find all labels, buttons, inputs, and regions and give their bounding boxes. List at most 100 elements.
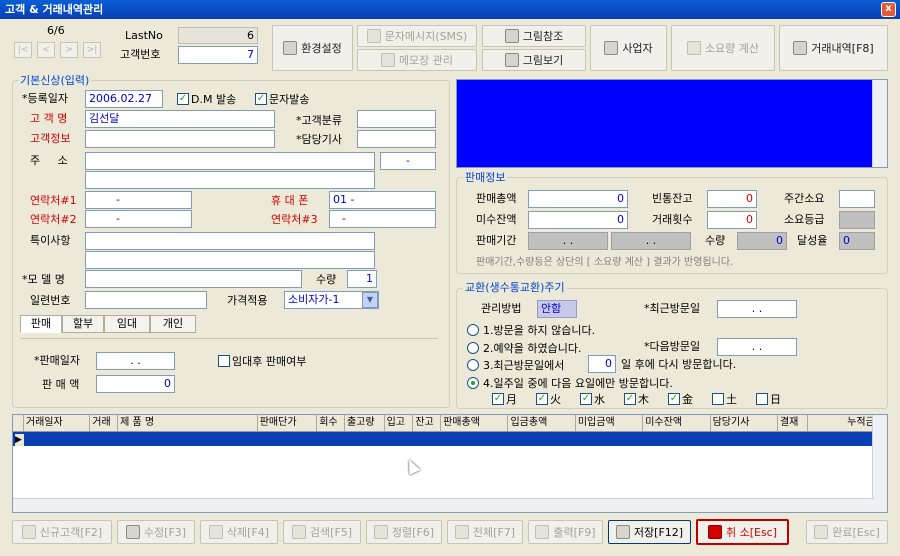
contact3-input[interactable]: -	[329, 210, 436, 228]
address-input-1[interactable]	[85, 152, 375, 170]
transactions-grid[interactable]: 거래일자 거래 제 품 명 판매단가 회수 출고량 입고 잔고 판매총액 입금총…	[12, 414, 888, 513]
day-sat-checkbox[interactable]: 土	[712, 391, 737, 407]
business-button[interactable]: 사업자	[590, 25, 667, 71]
dm-checkbox[interactable]: ✓ D.M 발송	[177, 91, 236, 107]
table-row[interactable]	[13, 432, 873, 446]
tab-installment[interactable]: 할부	[62, 315, 104, 333]
chevron-down-icon[interactable]: ▼	[362, 292, 378, 308]
grid-horizontal-scrollbar[interactable]	[13, 498, 874, 512]
option2-radio[interactable]: 2.예약을 하였습니다.	[467, 340, 581, 356]
unpaid-value: 0	[528, 211, 628, 229]
serial-input[interactable]	[85, 291, 207, 309]
trade-count-label: 거래횟수	[652, 213, 693, 226]
next-visit-input[interactable]: . .	[717, 338, 797, 356]
category-input[interactable]	[357, 110, 436, 128]
col-unit-price[interactable]: 판매단가	[258, 415, 318, 431]
name-input[interactable]: 김선달	[85, 110, 275, 128]
reg-date-input[interactable]: 2006.02.27	[85, 90, 163, 108]
first-record-button[interactable]: |<	[14, 42, 32, 58]
contact3-label: 연락처#3	[271, 213, 318, 226]
day-fri-checkbox[interactable]: ✓ 金	[668, 391, 693, 407]
contact2-input[interactable]: -	[85, 210, 192, 228]
search-icon	[291, 525, 306, 539]
col-approval[interactable]: 결재	[778, 415, 808, 431]
col-date[interactable]: 거래일자	[24, 415, 91, 431]
technician-input[interactable]	[357, 130, 436, 148]
col-received[interactable]: 입고	[385, 415, 414, 431]
done-button[interactable]: 완료[Esc]	[806, 520, 888, 544]
qty-input[interactable]: 1	[347, 270, 377, 288]
picture-view-button[interactable]: 그림보기	[482, 49, 586, 71]
col-undeposited[interactable]: 미입금액	[576, 415, 644, 431]
print-button[interactable]: 출력[F9]	[528, 520, 603, 544]
show-all-button[interactable]: 전체[F7]	[447, 520, 523, 544]
sort-button[interactable]: 정렬[F6]	[366, 520, 442, 544]
last-visit-input[interactable]: . .	[717, 300, 797, 318]
day-thu-checkbox[interactable]: ✓ 木	[624, 391, 649, 407]
contact1-input[interactable]: -	[85, 191, 192, 209]
picture-ref-button[interactable]: 그림참조	[482, 25, 586, 47]
model-input[interactable]	[85, 270, 302, 288]
option4-radio[interactable]: 4.일주일 중에 다음 요일에만 방문합니다.	[467, 375, 673, 391]
lastno-label: LastNo	[125, 29, 163, 42]
rent-sale-checkbox[interactable]: 임대후 판매여부	[218, 353, 306, 369]
weekly-usage-label: 주간소요	[784, 192, 825, 205]
delete-button[interactable]: 삭제[F4]	[200, 520, 278, 544]
sms-button[interactable]: 문자메시지(SMS)	[357, 25, 477, 47]
option1-radio[interactable]: 1.방문을 하지 않습니다.	[467, 322, 595, 338]
col-product[interactable]: 제 품 명	[118, 415, 258, 431]
col-deposit-total[interactable]: 입금총액	[508, 415, 576, 431]
col-technician[interactable]: 담당기사	[711, 415, 778, 431]
save-button[interactable]: 저장[F12]	[608, 520, 691, 544]
search-button[interactable]: 검색[F5]	[283, 520, 361, 544]
prev-record-button[interactable]: <	[37, 42, 55, 58]
period-from-value: . .	[528, 232, 608, 250]
usage-calc-button[interactable]: 소요량 계산	[671, 25, 775, 71]
amount-input[interactable]: 0	[96, 375, 175, 393]
next-visit-label: *다음방문일	[644, 340, 701, 353]
sales-period-label: 판매기간	[476, 234, 517, 247]
picture-area[interactable]	[456, 79, 888, 168]
zipcode-input[interactable]: -	[380, 152, 436, 170]
col-shipped[interactable]: 출고량	[345, 415, 385, 431]
address-input-2[interactable]	[85, 171, 375, 189]
cancel-button[interactable]: 취 소[Esc]	[696, 519, 789, 545]
day-wed-checkbox[interactable]: ✓ 水	[580, 391, 605, 407]
col-sales-total[interactable]: 판매총액	[441, 415, 509, 431]
picture-scrollbar[interactable]	[872, 80, 887, 167]
col-type[interactable]: 거래	[90, 415, 119, 431]
day-sun-checkbox[interactable]: 日	[756, 391, 781, 407]
custno-input[interactable]: 7	[178, 46, 258, 64]
method-value[interactable]: 안함	[537, 300, 577, 318]
note-input-1[interactable]	[85, 232, 375, 250]
day-tue-checkbox[interactable]: ✓ 火	[536, 391, 561, 407]
last-record-button[interactable]: >|	[83, 42, 101, 58]
info-input[interactable]	[85, 130, 275, 148]
mobile-input[interactable]: 01 -	[329, 191, 436, 209]
option3-radio[interactable]: 3.최근방문일에서	[467, 357, 564, 373]
edit-button[interactable]: 수정[F3]	[117, 520, 195, 544]
close-button[interactable]: x	[881, 2, 896, 17]
history-button[interactable]: 거래내역[F8]	[779, 25, 888, 71]
col-unpaid[interactable]: 미수잔액	[643, 415, 711, 431]
option3-days-input[interactable]: 0	[588, 355, 616, 373]
sale-date-input[interactable]: . .	[96, 352, 175, 370]
check-icon: ✓	[624, 393, 636, 405]
col-balance[interactable]: 잔고	[413, 415, 442, 431]
settings-button[interactable]: 환경설정	[272, 25, 353, 71]
tab-sale[interactable]: 판매	[20, 315, 62, 333]
col-collected[interactable]: 회수	[317, 415, 345, 431]
memo-button[interactable]: 메모장 관리	[357, 49, 477, 71]
tab-personal[interactable]: 개인	[150, 315, 196, 333]
sales-total-value: 0	[528, 190, 628, 208]
sms-checkbox[interactable]: ✓ 문자발송	[255, 91, 309, 107]
next-record-button[interactable]: >	[60, 42, 78, 58]
grid-vertical-scrollbar[interactable]	[872, 415, 887, 512]
tab-rent[interactable]: 임대	[104, 315, 150, 333]
new-customer-button[interactable]: 신규고객[F2]	[12, 520, 112, 544]
new-icon	[21, 525, 36, 539]
note-input-2[interactable]	[85, 251, 375, 269]
row-pointer-icon: ▶	[15, 434, 24, 446]
day-mon-checkbox[interactable]: ✓ 月	[492, 391, 517, 407]
weekly-usage-value	[839, 190, 875, 208]
